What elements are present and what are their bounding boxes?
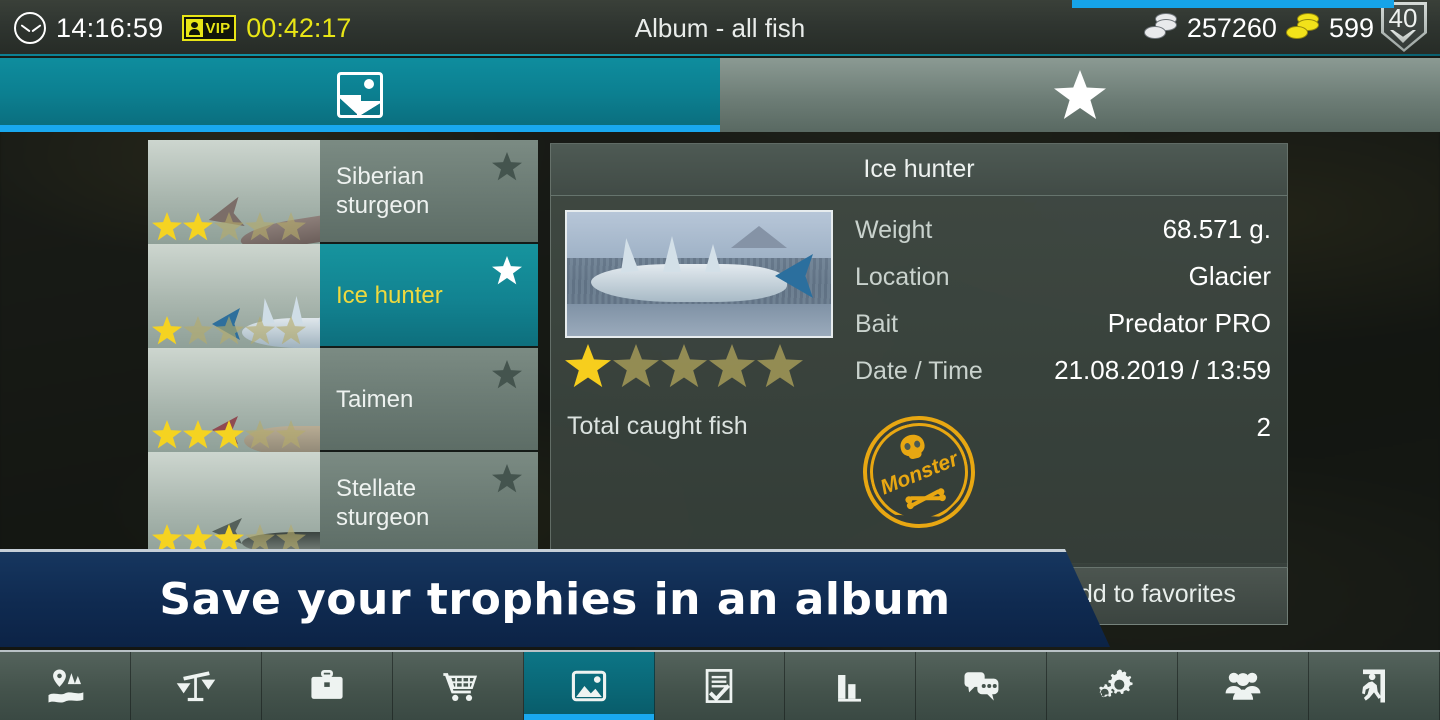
currency-group: 257260 599 bbox=[1143, 0, 1374, 56]
checklist-icon bbox=[706, 669, 733, 703]
fish-name: Taimen bbox=[336, 385, 414, 413]
fish-thumbnail bbox=[148, 244, 320, 348]
fish-name-cell: Siberian sturgeon bbox=[320, 140, 538, 242]
album-tab-bar bbox=[0, 58, 1440, 132]
detail-title-bar: Ice hunter bbox=[551, 144, 1287, 196]
stat-value: Glacier bbox=[1188, 261, 1271, 291]
fish-rating-stars bbox=[152, 212, 306, 241]
trophy-photo-block bbox=[565, 210, 833, 402]
fish-thumbnail bbox=[148, 140, 320, 244]
table-row: Location Glacier bbox=[855, 261, 1271, 308]
nav-item-settings[interactable] bbox=[1047, 652, 1179, 720]
trophy-stats-table: Weight 68.571 g. Location Glacier Bait P… bbox=[833, 210, 1271, 402]
vip-timer: 00:42:17 bbox=[246, 12, 352, 43]
status-bar: 14:16:59 VIP 00:42:17 Album - all fish 2… bbox=[0, 0, 1440, 56]
nav-item-map[interactable] bbox=[0, 652, 131, 720]
nav-item-inventory[interactable] bbox=[261, 652, 393, 720]
bar-chart-icon bbox=[838, 675, 862, 702]
list-item[interactable]: Ice hunter bbox=[148, 244, 538, 348]
people-icon bbox=[1225, 672, 1261, 700]
total-caught-label: Total caught fish bbox=[567, 412, 748, 440]
fish-name: Ice hunter bbox=[336, 281, 443, 309]
nav-item-friends[interactable] bbox=[1178, 652, 1310, 720]
exit-icon bbox=[1362, 669, 1386, 703]
game-clock: 14:16:59 bbox=[14, 12, 164, 44]
stat-key: Bait bbox=[855, 310, 899, 338]
nav-item-chat[interactable] bbox=[916, 652, 1048, 720]
nav-item-tasks[interactable] bbox=[654, 652, 786, 720]
total-caught-value: 2 bbox=[1256, 412, 1271, 442]
briefcase-icon bbox=[311, 669, 343, 699]
vip-card-icon bbox=[185, 19, 203, 37]
photo-icon bbox=[571, 670, 606, 702]
chat-icon bbox=[964, 672, 999, 701]
fish-detail-panel: Ice hunter Weight 68.571 g. Location Gla… bbox=[550, 143, 1288, 568]
fish-thumbnail bbox=[148, 348, 320, 452]
tab-favorites[interactable] bbox=[720, 58, 1440, 132]
gold-coin-amount: 599 bbox=[1328, 12, 1374, 43]
fish-rating-stars bbox=[152, 524, 306, 553]
fish-name: Siberian sturgeon bbox=[336, 163, 430, 219]
nav-item-exit[interactable] bbox=[1309, 652, 1440, 720]
nav-item-records[interactable] bbox=[130, 652, 262, 720]
fish-name-cell: Ice hunter bbox=[320, 244, 538, 346]
bottom-navigation-bar bbox=[0, 650, 1440, 720]
promo-banner-text: Save your trophies in an album bbox=[159, 574, 951, 625]
clock-icon bbox=[14, 12, 46, 44]
map-pin-icon bbox=[48, 669, 84, 703]
list-item[interactable]: Taimen bbox=[148, 348, 538, 452]
fish-rating-stars bbox=[152, 420, 306, 449]
table-row: Bait Predator PRO bbox=[855, 308, 1271, 355]
detail-title: Ice hunter bbox=[863, 155, 975, 183]
tab-album[interactable] bbox=[0, 58, 720, 132]
stat-value: 68.571 g. bbox=[1162, 214, 1271, 244]
fish-list[interactable]: Siberian sturgeon Ice hunter Taimen Stel… bbox=[148, 140, 538, 556]
star-icon bbox=[1054, 70, 1106, 119]
trophy-rating-stars bbox=[565, 344, 833, 388]
fish-rating-stars bbox=[152, 316, 306, 345]
stat-value: 21.08.2019 / 13:59 bbox=[1054, 355, 1271, 385]
nav-item-stats[interactable] bbox=[785, 652, 917, 720]
table-row: Date / Time 21.08.2019 / 13:59 bbox=[855, 355, 1271, 402]
fish-name-cell: Taimen bbox=[320, 348, 538, 450]
scales-icon bbox=[176, 671, 216, 702]
gold-coin-icon bbox=[1285, 13, 1320, 43]
vip-label: VIP bbox=[205, 19, 231, 37]
nav-item-shop[interactable] bbox=[392, 652, 524, 720]
silver-coin-icon bbox=[1143, 13, 1178, 43]
gears-icon bbox=[1099, 669, 1133, 698]
stat-key: Location bbox=[855, 263, 950, 291]
table-row: Weight 68.571 g. bbox=[855, 214, 1271, 261]
list-item[interactable]: Stellate sturgeon bbox=[148, 452, 538, 556]
fish-thumbnail bbox=[148, 452, 320, 556]
stat-key: Weight bbox=[855, 216, 933, 244]
level-badge[interactable]: 40 bbox=[1380, 2, 1428, 54]
stat-key: Date / Time bbox=[855, 357, 983, 385]
fish-name-cell: Stellate sturgeon bbox=[320, 452, 538, 554]
list-item[interactable]: Siberian sturgeon bbox=[148, 140, 538, 244]
photo-icon bbox=[337, 72, 383, 118]
cart-icon bbox=[443, 673, 477, 702]
experience-progress-bar bbox=[1072, 0, 1394, 8]
trophy-photo[interactable] bbox=[565, 210, 833, 338]
silver-coin-amount: 257260 bbox=[1186, 12, 1277, 43]
clock-time: 14:16:59 bbox=[56, 12, 164, 43]
promo-banner: Save your trophies in an album bbox=[0, 549, 1110, 647]
vip-badge[interactable]: VIP bbox=[181, 15, 237, 41]
nav-item-album[interactable] bbox=[523, 652, 655, 720]
fish-name: Stellate sturgeon bbox=[336, 475, 430, 531]
stat-value: Predator PRO bbox=[1107, 308, 1271, 338]
